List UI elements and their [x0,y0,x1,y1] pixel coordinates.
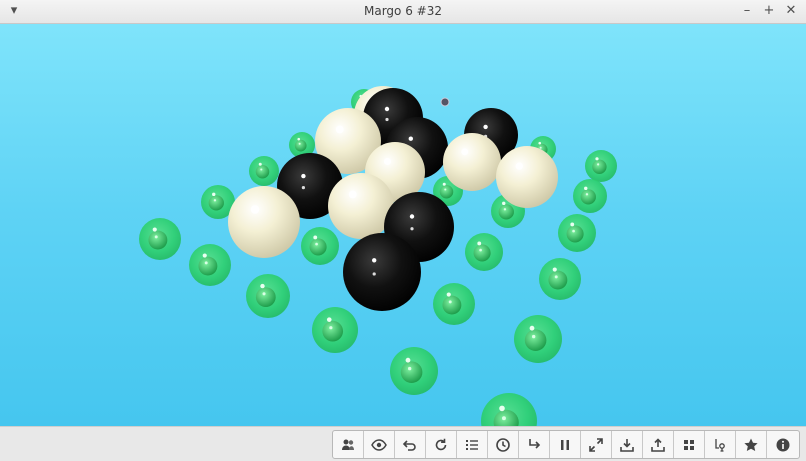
board-layout-button[interactable] [674,431,705,458]
download-icon [620,438,634,452]
info-button[interactable] [767,431,799,458]
white-stone [496,146,558,208]
empty-point-marker[interactable] [189,244,231,286]
close-icon[interactable]: ✕ [783,3,799,19]
clock-icon [496,437,510,452]
moves-list-button[interactable] [457,431,488,458]
hint-button[interactable] [705,431,736,458]
eye-icon [371,438,387,451]
black-stone [343,233,421,311]
window-title: Margo 6 #32 [364,4,442,18]
favorite-button[interactable] [736,431,767,458]
empty-point-marker[interactable] [246,274,290,318]
players-button[interactable] [333,431,364,458]
view-button[interactable] [364,431,395,458]
grid-icon [684,439,694,450]
restart-icon [435,438,447,450]
empty-point-marker[interactable] [390,347,438,395]
empty-point-marker[interactable] [249,156,279,186]
pointer-cursor [440,97,450,107]
undo-icon [402,439,416,451]
redo-icon [529,438,541,449]
bottom-toolbar [0,426,806,461]
fullscreen-button[interactable] [581,431,612,458]
undo-button[interactable] [395,431,426,458]
minimize-icon[interactable]: – [739,3,755,19]
white-stone [228,186,300,258]
pause-icon [561,439,569,450]
redo-button[interactable] [519,431,550,458]
empty-point-marker[interactable] [312,307,358,353]
empty-point-marker[interactable] [585,150,617,182]
empty-point-marker[interactable] [558,214,596,252]
empty-point-marker[interactable] [465,233,503,271]
empty-point-marker[interactable] [514,315,562,363]
empty-point-marker[interactable] [539,258,581,300]
players-icon [342,439,354,450]
info-icon [776,438,790,451]
empty-point-marker[interactable] [433,283,475,325]
save-button[interactable] [643,431,674,458]
star-icon [744,438,758,451]
white-stone [443,133,501,191]
pause-button[interactable] [550,431,581,458]
board-canvas[interactable] [0,24,806,426]
title-bar: ▾ Margo 6 #32 – + ✕ [0,0,806,24]
game-board-3d[interactable] [0,24,806,426]
maximize-icon[interactable]: + [761,3,777,19]
empty-point-marker[interactable] [481,393,537,426]
clock-button[interactable] [488,431,519,458]
toolbar-buttons [332,430,800,459]
hint-icon [715,438,725,452]
list-icon [466,439,478,450]
upload-icon [651,437,665,452]
restart-button[interactable] [426,431,457,458]
fullscreen-icon [589,437,603,452]
load-button[interactable] [612,431,643,458]
empty-point-marker[interactable] [139,218,181,260]
empty-point-marker[interactable] [301,227,339,265]
empty-point-marker[interactable] [573,179,607,213]
